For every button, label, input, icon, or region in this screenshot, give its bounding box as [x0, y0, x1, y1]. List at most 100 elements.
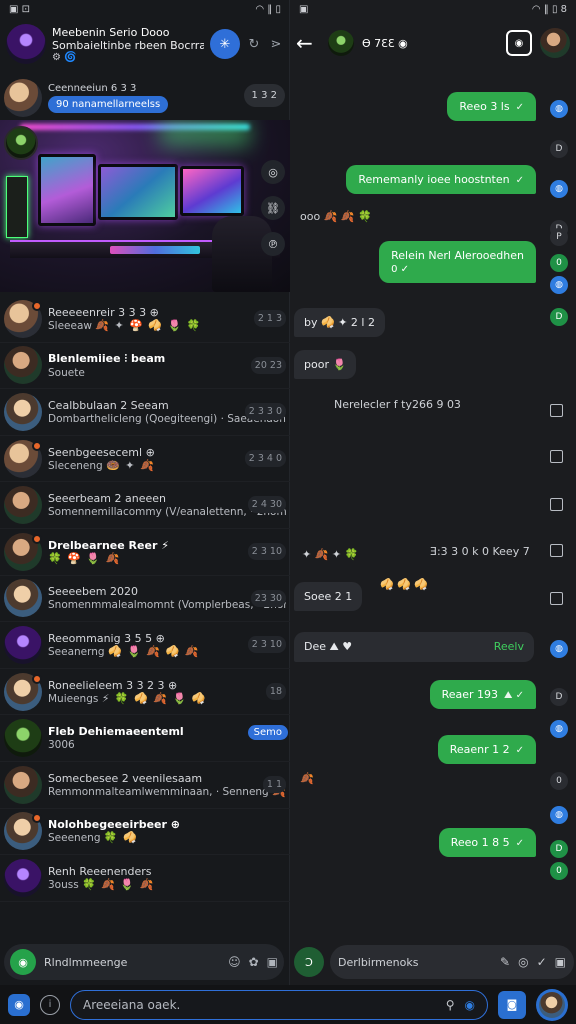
target-icon[interactable]: ◎ [518, 955, 528, 969]
message-body: Nerelecler f ty266 9 03 [334, 398, 461, 411]
left-compose-bar: ◉ Rlndlmmeenge ☺ ✿ ▣ [4, 944, 284, 980]
indicator-icon[interactable]: ◍ [550, 100, 568, 118]
left-compose-input[interactable]: Rlndlmmeenge [44, 956, 220, 969]
gif-icon[interactable]: ▣ [267, 955, 278, 969]
checkbox-icon[interactable] [550, 498, 563, 511]
pin-icon[interactable]: ⚲ [446, 998, 455, 1012]
status-bar-right: ▣ ◠ ‖ ▯ 8 [290, 0, 576, 18]
chat-row[interactable]: Blenlemiiee ⫶ beam Souete 20 23 [0, 343, 290, 390]
message-text[interactable]: 🍂 [300, 772, 314, 785]
chat-row[interactable]: Renh Reeenenders 3ouss 🍀 🍂 🌷 🍂 [0, 855, 290, 902]
outgoing-message[interactable]: Reeo 1 8 5 ✓ [438, 828, 536, 857]
status-icons-left: ▣ ⊡ [9, 3, 31, 15]
checkbox-icon[interactable] [550, 404, 563, 417]
info-icon[interactable]: i [40, 994, 60, 1015]
indicator-icon[interactable]: D [550, 688, 568, 706]
chat-row[interactable]: Seenbgeeseceml ⊕ Sleceneng 🍩 ✦ 🍂 2 3 4 0 [0, 436, 290, 483]
indicator-icon[interactable]: ◍ [550, 180, 568, 198]
chat-snippet-text: Seeanerng [48, 645, 105, 658]
user-avatar-button[interactable] [536, 988, 568, 1021]
hero-image[interactable] [0, 120, 290, 292]
read-receipt-icon: ✓ [515, 838, 524, 849]
avatar[interactable] [540, 28, 570, 58]
outgoing-message[interactable]: Reeo 3 ls ✓ [447, 92, 536, 121]
reaction-icon[interactable]: ◎ [261, 160, 285, 184]
chat-row[interactable]: Roneelieleem 3 3 2 3 ⊕ Muieengs ⚡ 🍀 🥠 🍂 🌷… [0, 669, 290, 716]
incoming-message[interactable]: by 🥠 ✦ 2 l 2 [294, 308, 385, 337]
attach-button[interactable]: Ɔ [294, 947, 324, 977]
contact-name[interactable]: Ɵ 7ƐƐ ◉ [362, 37, 498, 50]
pen-icon[interactable]: ✎ [500, 955, 510, 969]
compose-button[interactable]: ◉ [10, 949, 36, 975]
chat-emoji: 🥠 🌷 🍂 🥠 🍂 [107, 644, 200, 658]
message-body: 🍂 [300, 772, 314, 785]
checkbox-icon[interactable] [550, 544, 563, 557]
search-field[interactable]: ⚲ ◉ [70, 989, 488, 1020]
chat-row-body: Reeeeenreir 3 3 3 ⊕ Sleeeaw 🍂 ✦ 🍄 🥠 🌷 🍀 [48, 306, 286, 332]
message-text[interactable]: Ǝ:3 3 0 k 0 Keey 7 [430, 545, 530, 558]
camera-icon[interactable]: ◉ [506, 30, 532, 56]
indicator-icon[interactable]: D [550, 840, 568, 858]
indicator-icon[interactable]: 0 [550, 772, 568, 790]
chat-row[interactable]: Drelbearnee Reer ⚡ 🍀 🍄 🌷 🍂 2 3 10 [0, 529, 290, 576]
indicator-icon[interactable]: D [550, 140, 568, 158]
indicator-icon[interactable]: ◍ [550, 720, 568, 738]
gallery-icon[interactable]: ▣ [555, 955, 566, 969]
app-icon[interactable]: ◉ [8, 993, 30, 1016]
indicator-icon[interactable]: ◍ [550, 806, 568, 824]
indicator-icon[interactable]: ◍ [550, 276, 568, 294]
avatar [4, 532, 42, 571]
message-field[interactable]: Derlbirmenoks ✎ ◎ ✓ ▣ [330, 945, 574, 979]
link-icon[interactable]: ⛓ [261, 196, 285, 220]
emoji-icon[interactable]: ☺ [228, 955, 241, 969]
header-line1: Meebenin Serio Dooo [52, 25, 170, 39]
incoming-message[interactable]: poor 🌷 [294, 350, 357, 379]
outgoing-message[interactable]: Rememanly ioee hoostnten ✓ [346, 165, 536, 194]
unread-badge[interactable]: Semo [247, 725, 288, 741]
chat-snippet-text: Remmonmalteamlwemminaan, · Senneng [48, 785, 269, 798]
message-text[interactable]: 🥠 🥠 🥠 [380, 578, 428, 591]
chevron-icon[interactable]: ⋗ [268, 37, 284, 52]
media-icon[interactable]: ◙ [498, 990, 526, 1019]
search-input[interactable] [83, 997, 436, 1012]
chat-row[interactable]: Somecbesee 2 veenilesaam Remmonmalteamlwe… [0, 762, 290, 809]
indicator-icon[interactable]: P [550, 228, 568, 246]
chat-row[interactable]: Fleb Dehiemaeenteml 3006 Semo [0, 715, 290, 762]
chat-list: Reeeeenreir 3 3 3 ⊕ Sleeeaw 🍂 ✦ 🍄 🥠 🌷 🍀 2 … [0, 296, 290, 936]
emoji-icon[interactable]: ◉ [465, 998, 475, 1012]
profile-avatar[interactable] [6, 24, 46, 64]
outgoing-message[interactable]: Reaer 193 ⛰ ✓ [429, 680, 536, 709]
message-text[interactable]: Nerelecler f ty266 9 03 [334, 398, 461, 411]
chat-emoji: 🍩 ✦ 🍂 [106, 458, 155, 472]
chat-row[interactable]: Nolohbegeeeirbeer ⊕ Seeeneng 🍀 🥠 [0, 809, 290, 856]
outgoing-message[interactable]: Relein Nerl Alerooedhen 0 ✓ [379, 241, 536, 283]
checkbox-icon[interactable] [550, 592, 563, 605]
check-icon[interactable]: ✓ [537, 955, 547, 969]
incoming-message[interactable]: Dee ⛰ ♥ Reelv [294, 632, 534, 662]
back-arrow-icon[interactable]: ← [296, 31, 320, 55]
reply-link[interactable]: Reelv [494, 640, 524, 654]
message-input[interactable]: Derlbirmenoks [338, 956, 492, 969]
outgoing-message[interactable]: Reaenr 1 2 ✓ [437, 735, 536, 764]
message-text[interactable]: ooo 🍂 🍂 🍀 [300, 210, 372, 223]
pin-icon[interactable]: ℗ [261, 232, 285, 256]
sticker-icon[interactable]: ✿ [249, 955, 259, 969]
incoming-message[interactable]: Soee 2 1 [294, 582, 363, 611]
pinned-pill[interactable]: 90 nanamellarneelss [48, 96, 169, 113]
message-text[interactable]: ✦ 🍂 ✦ 🍀 [302, 548, 358, 561]
indicator-icon[interactable]: ◍ [550, 640, 568, 658]
chat-row[interactable]: Reeeeenreir 3 3 3 ⊕ Sleeeaw 🍂 ✦ 🍄 🥠 🌷 🍀 2 … [0, 296, 290, 343]
indicator-icon[interactable]: D [550, 308, 568, 326]
chat-row[interactable]: Cealbbulaan 2 Seeam Dombarthelicleng (Qoe… [0, 389, 290, 436]
refresh-icon[interactable]: ↻ [246, 37, 262, 52]
contact-avatar[interactable] [328, 30, 354, 56]
indicator-icon[interactable]: 0 [550, 254, 568, 272]
chat-row[interactable]: Seeeebem 2020 Snomenmmalealmomnt (Vompler… [0, 576, 290, 623]
chat-row[interactable]: Reeommanig 3 5 5 ⊕ Seeanerng 🥠 🌷 🍂 🥠 🍂 2 3… [0, 622, 290, 669]
checkbox-icon[interactable] [550, 450, 563, 463]
chat-row[interactable]: Seeerbeam 2 aneeen Somennemillacommy (V/e… [0, 482, 290, 529]
status-icons-left: ▣ [299, 3, 309, 15]
indicator-icon[interactable]: 0 [550, 862, 568, 880]
edit-icon[interactable]: ✳ [210, 29, 240, 59]
chat-name: Roneelieleem 3 3 2 3 ⊕ [48, 678, 178, 692]
